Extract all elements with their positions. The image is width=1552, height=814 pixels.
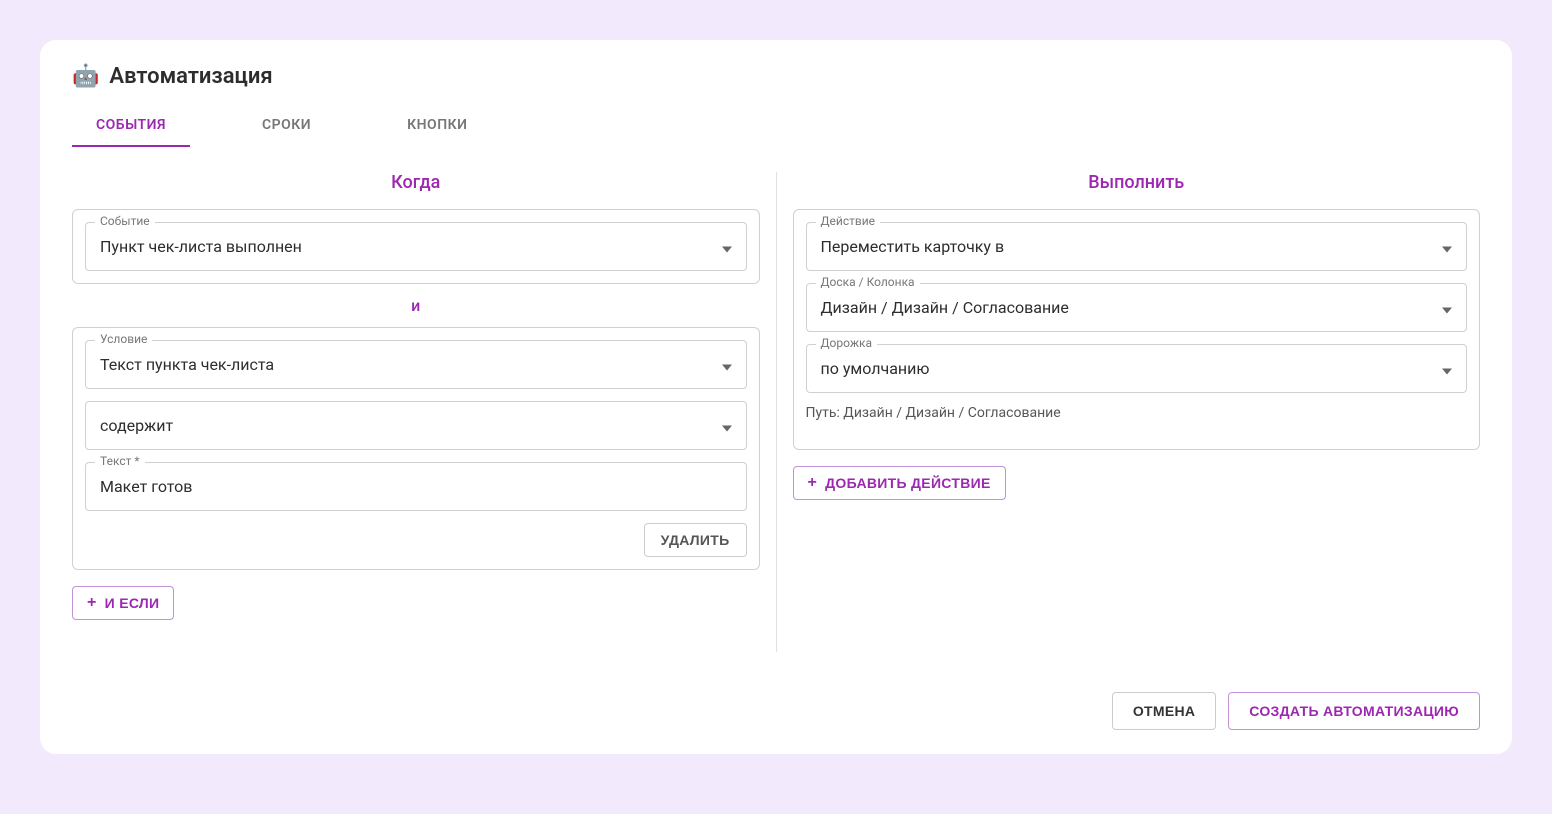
condition-section: Условие Текст пункта чек-листа содержит [72,327,760,570]
action-select[interactable]: Переместить карточку в [806,222,1468,271]
condition-label: Условие [95,332,152,346]
board-select[interactable]: Дизайн / Дизайн / Согласование [806,283,1468,332]
board-value: Дизайн / Дизайн / Согласование [821,298,1069,317]
execute-title: Выполнить [793,172,1481,193]
robot-icon: 🤖 [72,64,99,89]
execute-column: Выполнить Действие Переместить карточку … [777,172,1481,652]
event-select[interactable]: Пункт чек-листа выполнен [85,222,747,271]
when-title: Когда [72,172,760,193]
add-action-label: ДОБАВИТЬ ДЕЙСТВИЕ [825,475,990,491]
connector-and: и [72,296,760,315]
when-column: Когда Событие Пункт чек-листа выполнен и… [72,172,777,652]
chevron-down-icon [722,416,732,435]
add-action-button[interactable]: + ДОБАВИТЬ ДЕЙСТВИЕ [793,466,1006,500]
tabs-container: СОБЫТИЯ СРОКИ КНОПКИ [72,105,1480,148]
delete-row: УДАЛИТЬ [85,523,747,557]
add-condition-label: И ЕСЛИ [105,595,160,611]
board-field: Доска / Колонка Дизайн / Дизайн / Соглас… [806,283,1468,332]
add-condition-button[interactable]: + И ЕСЛИ [72,586,174,620]
action-field: Действие Переместить карточку в [806,222,1468,271]
lane-field: Дорожка по умолчанию [806,344,1468,393]
operator-field: содержит [85,401,747,450]
lane-value: по умолчанию [821,359,930,378]
action-label: Действие [816,214,881,228]
automation-modal: 🤖 Автоматизация СОБЫТИЯ СРОКИ КНОПКИ Ког… [40,40,1512,754]
plus-icon: + [87,595,97,611]
operator-value: содержит [100,416,173,435]
chevron-down-icon [1442,359,1452,378]
path-text: Путь: Дизайн / Дизайн / Согласование [806,405,1468,421]
plus-icon: + [808,475,818,491]
condition-value: Текст пункта чек-листа [100,355,274,374]
content-columns: Когда Событие Пункт чек-листа выполнен и… [72,172,1480,652]
event-value: Пункт чек-листа выполнен [100,237,302,256]
text-field: Текст * Макет готов [85,462,747,511]
page-title: Автоматизация [109,64,272,89]
lane-label: Дорожка [816,336,878,350]
action-section: Действие Переместить карточку в Доска / … [793,209,1481,450]
text-label: Текст * [95,454,145,468]
event-label: Событие [95,214,155,228]
event-field: Событие Пункт чек-листа выполнен [85,222,747,271]
chevron-down-icon [1442,298,1452,317]
event-section: Событие Пункт чек-листа выполнен [72,209,760,284]
modal-header: 🤖 Автоматизация [72,64,1480,89]
create-automation-button[interactable]: СОЗДАТЬ АВТОМАТИЗАЦИЮ [1228,692,1480,730]
lane-select[interactable]: по умолчанию [806,344,1468,393]
chevron-down-icon [1442,237,1452,256]
cancel-button[interactable]: ОТМЕНА [1112,692,1216,730]
condition-field: Условие Текст пункта чек-листа [85,340,747,389]
tab-events[interactable]: СОБЫТИЯ [72,105,190,147]
condition-select[interactable]: Текст пункта чек-листа [85,340,747,389]
tab-deadlines[interactable]: СРОКИ [238,105,335,147]
board-label: Доска / Колонка [816,275,920,289]
tab-buttons[interactable]: КНОПКИ [383,105,491,147]
delete-button[interactable]: УДАЛИТЬ [644,523,747,557]
chevron-down-icon [722,237,732,256]
text-input[interactable]: Макет готов [85,462,747,511]
action-value: Переместить карточку в [821,237,1005,256]
modal-footer: ОТМЕНА СОЗДАТЬ АВТОМАТИЗАЦИЮ [72,676,1480,730]
chevron-down-icon [722,355,732,374]
operator-select[interactable]: содержит [85,401,747,450]
